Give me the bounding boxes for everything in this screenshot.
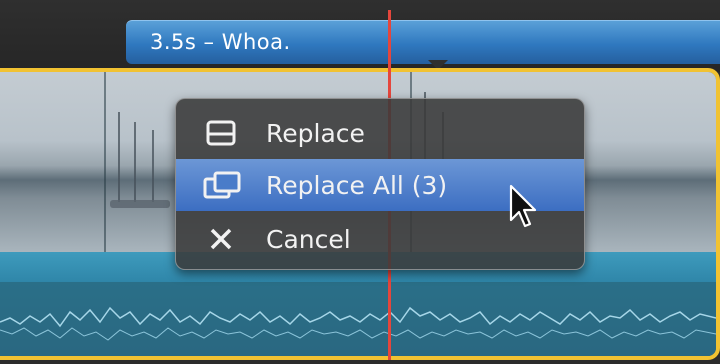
boat-mast [152, 130, 154, 202]
replace-all-icon [203, 171, 241, 199]
boat-mast [118, 112, 120, 202]
audio-waveform [0, 306, 716, 341]
frame-divider [104, 72, 106, 282]
title-clip[interactable]: 3.5s – Whoa. [126, 20, 720, 64]
title-clip-label: 3.5s – Whoa. [150, 30, 291, 54]
cancel-icon [210, 228, 232, 250]
menu-item-label: Replace All (3) [266, 171, 448, 200]
replace-icon [206, 120, 236, 146]
boat-mast [134, 122, 136, 202]
menu-item-replace[interactable]: Replace [176, 107, 584, 159]
menu-item-label: Replace [266, 119, 365, 148]
mouse-pointer-icon [509, 184, 537, 228]
boat-hull [110, 200, 170, 208]
menu-item-label: Cancel [266, 225, 351, 254]
